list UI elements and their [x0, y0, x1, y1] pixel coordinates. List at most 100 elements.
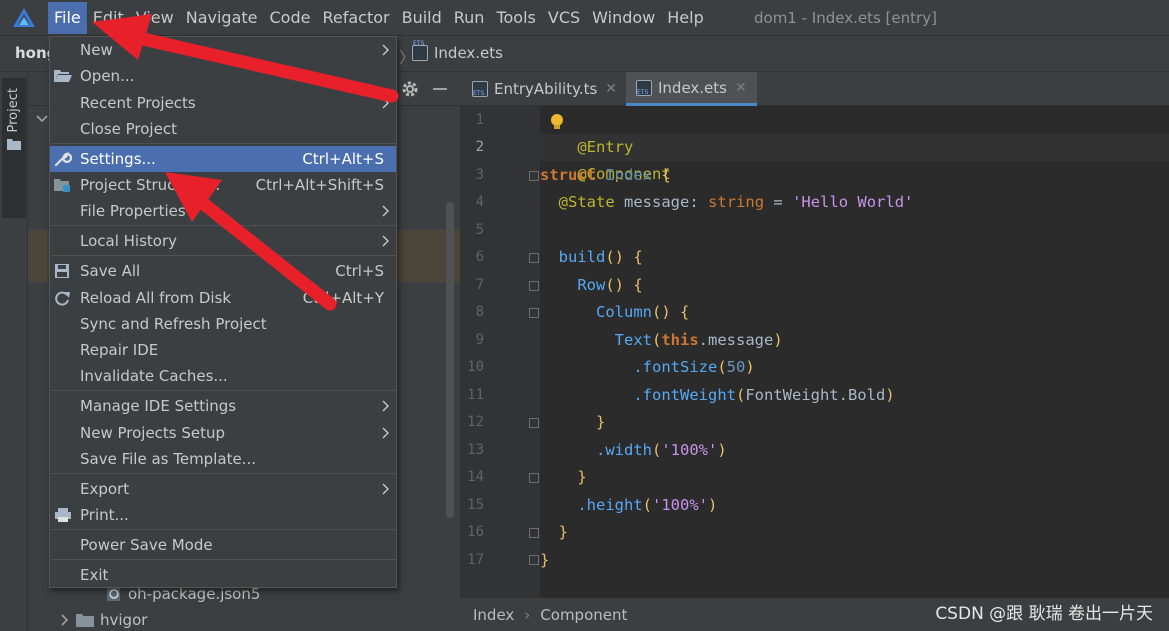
fold-marker-icon[interactable]: [529, 473, 539, 483]
menu-separator: [51, 225, 396, 226]
menu-item-label: Manage IDE Settings: [80, 397, 237, 415]
menu-item-label: Local History: [80, 232, 178, 250]
menu-separator: [51, 390, 396, 391]
printer-icon: [55, 508, 71, 522]
menu-view[interactable]: View: [130, 2, 180, 34]
menu-item-close-project[interactable]: Close Project: [50, 116, 396, 142]
menu-tools[interactable]: Tools: [490, 2, 541, 34]
code-token: ): [773, 331, 783, 349]
breadcrumb-item[interactable]: Index: [473, 606, 514, 624]
fold-marker-icon[interactable]: [529, 308, 539, 318]
code-token: Text: [614, 331, 652, 349]
chevron-right-icon: [382, 205, 389, 217]
code-editor[interactable]: @Entry @Component struct Index { @State …: [540, 106, 1169, 598]
code-token: '100%': [661, 441, 718, 459]
menu-run[interactable]: Run: [448, 2, 491, 34]
code-line: struct Index {: [540, 162, 671, 189]
fold-marker-icon[interactable]: [529, 171, 539, 181]
code-token: (: [651, 331, 662, 349]
fold-marker-icon[interactable]: [529, 281, 539, 291]
breadcrumb-separator-icon: ›: [524, 605, 531, 624]
code-token: (: [652, 441, 662, 459]
menu-item-settings[interactable]: Settings... Ctrl+Alt+S: [50, 146, 396, 172]
code-token: {: [661, 166, 671, 184]
menu-window[interactable]: Window: [586, 2, 661, 34]
menu-item-repair-ide[interactable]: Repair IDE: [50, 337, 396, 363]
chevron-down-icon[interactable]: [36, 114, 48, 124]
line-number: 1: [475, 112, 484, 128]
close-icon[interactable]: ✕: [735, 80, 747, 96]
menu-separator: [51, 529, 396, 530]
code-token: () {: [652, 303, 690, 321]
menu-item-exit[interactable]: Exit: [50, 562, 396, 588]
fold-marker-icon[interactable]: [529, 418, 539, 428]
code-line: build() {: [540, 244, 643, 271]
line-number: 8: [475, 304, 484, 320]
chevron-right-icon: [61, 614, 69, 626]
menu-refactor[interactable]: Refactor: [316, 2, 395, 34]
line-number: 16: [467, 524, 484, 540]
close-icon[interactable]: ✕: [605, 81, 617, 97]
line-number: 3: [475, 167, 484, 183]
breadcrumb-file[interactable]: Index.ets: [412, 27, 503, 70]
menu-file[interactable]: File: [48, 1, 87, 34]
code-token: () {: [605, 248, 643, 266]
watermark: CSDN @跟 耿瑞 卷出一片天: [935, 604, 1153, 624]
menu-item-print[interactable]: Print...: [50, 502, 396, 528]
menu-item-new-projects-setup[interactable]: New Projects Setup: [50, 420, 396, 446]
menu-item-save-all[interactable]: Save All Ctrl+S: [50, 258, 396, 284]
gear-icon[interactable]: [400, 79, 420, 99]
tree-item-label: hvigor: [100, 611, 148, 629]
menu-item-new[interactable]: New: [50, 37, 396, 63]
menu-item-label: Sync and Refresh Project: [80, 315, 267, 333]
intention-bulb-icon[interactable]: [549, 113, 565, 131]
menu-help[interactable]: Help: [661, 2, 709, 34]
menu-navigate[interactable]: Navigate: [180, 2, 264, 34]
ets-file-icon: [412, 27, 428, 61]
menu-item-project-structure[interactable]: Project Structure... Ctrl+Alt+Shift+S: [50, 172, 396, 198]
menu-item-shortcut: Ctrl+S: [335, 262, 384, 280]
menu-item-reload-from-disk[interactable]: Reload All from Disk Ctrl+Alt+Y: [50, 285, 396, 311]
fold-marker-icon[interactable]: [529, 528, 539, 538]
menu-item-file-properties[interactable]: File Properties: [50, 198, 396, 224]
menu-item-manage-ide-settings[interactable]: Manage IDE Settings: [50, 393, 396, 419]
menu-separator: [51, 255, 396, 256]
code-token: message: [624, 193, 690, 211]
line-number: 15: [467, 497, 484, 513]
window-title: dom1 - Index.ets [entry]: [754, 9, 937, 27]
menu-vcs[interactable]: VCS: [542, 2, 586, 34]
breadcrumb-item[interactable]: Component: [540, 606, 627, 624]
menu-item-export[interactable]: Export: [50, 476, 396, 502]
code-token: .fontWeight: [633, 386, 736, 404]
project-tool-tab[interactable]: Project: [2, 78, 26, 218]
code-token: this: [661, 331, 699, 349]
tab-index[interactable]: Index.ets ✕: [626, 72, 757, 106]
chevron-right-icon: [382, 44, 389, 56]
tree-item-hvigor[interactable]: hvigor: [60, 609, 147, 631]
code-token: .fontSize: [633, 358, 718, 376]
menu-edit[interactable]: Edit: [87, 2, 130, 34]
code-token: @State: [558, 193, 615, 211]
fold-marker-icon[interactable]: [529, 555, 539, 565]
tab-entryability[interactable]: EntryAbility.ts ✕: [462, 72, 627, 106]
code-line: @Component: [540, 134, 670, 183]
menu-code[interactable]: Code: [264, 2, 317, 34]
menu-item-recent-projects[interactable]: Recent Projects: [50, 90, 396, 116]
menu-item-label: Repair IDE: [80, 341, 159, 359]
fold-marker-icon[interactable]: [529, 253, 539, 263]
json-file-icon: [107, 587, 120, 601]
menu-item-open[interactable]: Open...: [50, 63, 396, 89]
menu-item-local-history[interactable]: Local History: [50, 228, 396, 254]
menu-item-invalidate-caches[interactable]: Invalidate Caches...: [50, 363, 396, 389]
menu-item-power-save-mode[interactable]: Power Save Mode: [50, 532, 396, 558]
code-token: string: [708, 193, 765, 211]
project-tree-scrollbar[interactable]: [446, 202, 454, 518]
menu-item-save-as-template[interactable]: Save File as Template...: [50, 446, 396, 472]
menu-item-label: Close Project: [80, 120, 177, 138]
line-number: 5: [475, 222, 484, 238]
minimize-icon[interactable]: [433, 88, 447, 90]
menu-item-label: Print...: [80, 506, 129, 524]
menu-item-sync-refresh[interactable]: Sync and Refresh Project: [50, 311, 396, 337]
app-logo-icon[interactable]: [0, 0, 48, 36]
ts-file-icon: [472, 81, 488, 97]
